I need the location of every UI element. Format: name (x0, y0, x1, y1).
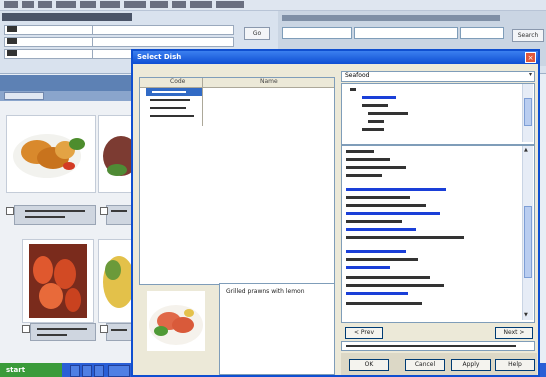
right-combo-2[interactable] (354, 27, 458, 39)
grid-row[interactable] (144, 104, 202, 112)
dialog-title-bar: Select Dish (133, 51, 538, 64)
section-header (0, 75, 131, 91)
salad-photo (99, 240, 135, 322)
grid-row-selected[interactable] (146, 88, 202, 96)
filter-field-4[interactable] (92, 25, 234, 35)
menu-window[interactable] (100, 1, 120, 8)
start-button[interactable]: start (0, 363, 62, 377)
prawns-photo (23, 240, 93, 322)
notes-text: Grilled prawns with lemon (226, 288, 305, 295)
go-button[interactable]: Go (244, 27, 270, 40)
tab-active[interactable] (4, 92, 44, 100)
grid-header-code: Code (170, 78, 186, 85)
dish-grid[interactable]: Code Name (139, 77, 335, 285)
dish-checkbox-4[interactable] (100, 325, 108, 333)
section-tabs (0, 91, 131, 101)
menu-file[interactable] (4, 1, 18, 8)
dish-tile-2[interactable] (98, 115, 139, 193)
right-combo-1[interactable] (282, 27, 352, 39)
apply-button[interactable]: Apply (451, 359, 491, 371)
quicklaunch-2[interactable] (82, 365, 92, 377)
search-button[interactable]: Search (512, 29, 544, 42)
dish-tile-1[interactable] (6, 115, 96, 193)
tree-scrollbar[interactable] (522, 84, 533, 142)
help-button[interactable]: Help (495, 359, 535, 371)
taskbar-app[interactable] (108, 365, 130, 377)
close-icon[interactable]: × (525, 52, 536, 63)
dialog-title: Select Dish (137, 53, 182, 61)
dish-caption-4 (106, 323, 133, 341)
dish-caption-2 (106, 205, 133, 225)
status-field (341, 341, 535, 351)
list-scrollbar[interactable]: ▲ ▼ (522, 146, 533, 320)
ok-button[interactable]: OK (349, 359, 389, 371)
scroll-up-icon[interactable]: ▲ (524, 147, 528, 153)
dish-caption-3 (30, 323, 96, 341)
dish-preview (147, 291, 205, 351)
menu-reports[interactable] (124, 1, 146, 8)
dish-tile-3[interactable] (22, 239, 94, 323)
cancel-button[interactable]: Cancel (405, 359, 445, 371)
scroll-down-icon[interactable]: ▼ (524, 312, 528, 318)
next-button[interactable]: Next > (495, 327, 533, 339)
menu-tools[interactable] (56, 1, 76, 8)
category-combo[interactable]: Seafood ▾ (341, 71, 535, 82)
dish-checkbox-1[interactable] (6, 207, 14, 215)
menu-bar (0, 0, 546, 11)
grid-row[interactable] (144, 96, 202, 104)
dish-caption-1 (14, 205, 96, 225)
fried-shrimp-photo (7, 116, 95, 192)
grid-header-name: Name (260, 78, 278, 85)
category-combo-value: Seafood (345, 72, 370, 79)
dish-checkbox-3[interactable] (22, 325, 30, 333)
menu-view[interactable] (38, 1, 52, 8)
quicklaunch-1[interactable] (70, 365, 80, 377)
menu-about[interactable] (190, 1, 212, 8)
meat-dish-photo (99, 116, 139, 192)
category-tree[interactable] (341, 83, 535, 145)
dish-checkbox-2[interactable] (100, 207, 108, 215)
select-dish-dialog: Select Dish × Code Name Grilled prawns w… (131, 49, 540, 377)
prev-button[interactable]: < Prev (345, 327, 383, 339)
grid-row[interactable] (144, 112, 202, 120)
dropdown-arrow-icon[interactable]: ▾ (529, 71, 532, 78)
grid-header: Code Name (140, 78, 334, 88)
right-combo-3[interactable] (460, 27, 504, 39)
menu-extra[interactable] (216, 1, 244, 8)
dish-preview-photo (149, 305, 203, 345)
menu-edit[interactable] (22, 1, 34, 8)
right-panel-header (282, 15, 500, 21)
menu-data[interactable] (80, 1, 96, 8)
item-list[interactable]: ▲ ▼ (341, 145, 535, 323)
filter-caption-bar (2, 13, 132, 21)
menu-help[interactable] (172, 1, 186, 8)
thumbnail-panel (0, 101, 139, 363)
dish-tile-4[interactable] (98, 239, 135, 323)
quicklaunch-3[interactable] (94, 365, 104, 377)
filter-field-5[interactable] (92, 37, 234, 47)
menu-setup[interactable] (150, 1, 168, 8)
notes-box[interactable]: Grilled prawns with lemon (219, 283, 335, 375)
